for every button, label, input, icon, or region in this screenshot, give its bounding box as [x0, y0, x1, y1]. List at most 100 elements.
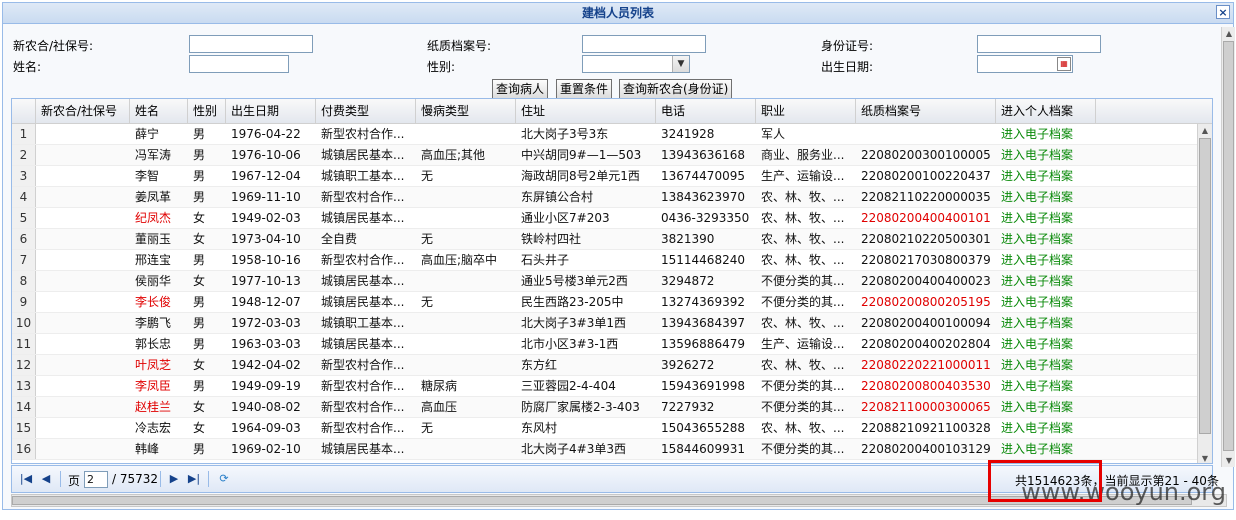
header-birth[interactable]: 出生日期 [226, 99, 316, 123]
header-chronic[interactable]: 慢病类型 [416, 99, 516, 123]
cell-archive: 22080200800403530 [861, 379, 991, 393]
open-record-link[interactable]: 进入电子档案 [996, 355, 1096, 375]
ncms-input[interactable] [189, 35, 313, 53]
cell-birth: 1969-02-10 [231, 442, 301, 456]
pager-divider [60, 471, 61, 487]
name-label: 姓名: [13, 60, 42, 74]
cell-birth: 1964-09-03 [231, 421, 301, 435]
query-ncms-button[interactable]: 查询新农合(身份证) [619, 79, 733, 99]
header-name[interactable]: 姓名 [130, 99, 188, 123]
row-number: 16 [12, 439, 36, 459]
page-number-input[interactable]: 2 [84, 471, 108, 488]
cell-address: 北大岗子3号3东 [521, 127, 609, 141]
gender-select[interactable]: ▼ [582, 55, 690, 73]
archive-input[interactable] [582, 35, 706, 53]
close-icon[interactable]: × [1216, 5, 1230, 19]
last-page-icon[interactable]: ▶| [186, 471, 202, 487]
cell-job: 商业、服务业... [761, 148, 845, 162]
window-vertical-scrollbar[interactable]: ▲ ▼ [1221, 27, 1235, 467]
ncms-label: 新农合/社保号: [13, 39, 94, 53]
open-record-link[interactable]: 进入电子档案 [996, 334, 1096, 354]
header-pay[interactable]: 付费类型 [316, 99, 416, 123]
scroll-up-icon[interactable]: ▲ [1198, 124, 1212, 137]
open-record-link[interactable]: 进入电子档案 [996, 187, 1096, 207]
query-patient-button[interactable]: 查询病人 [492, 79, 549, 99]
open-record-link[interactable]: 进入电子档案 [996, 292, 1096, 312]
cell-birth: 1949-09-19 [231, 379, 301, 393]
table-row[interactable]: 6 董丽玉 女 1973-04-10 全自费 无 铁岭村四社 3821390 农、林、牧、...… [12, 229, 1199, 250]
calendar-icon[interactable]: ▦ [1057, 57, 1071, 71]
cell-chronic [416, 313, 516, 333]
scroll-down-icon[interactable]: ▼ [1222, 454, 1236, 467]
table-row[interactable]: 12 叶凤芝 女 1942-04-02 新型农村合作... 东方红 3926272 农、林、牧… [12, 355, 1199, 376]
cell-name: 郭长忠 [135, 337, 172, 351]
next-page-icon[interactable]: ▶ [166, 471, 182, 487]
scroll-down-icon[interactable]: ▼ [1198, 452, 1212, 463]
table-row[interactable]: 16 韩峰 男 1969-02-10 城镇居民基本... 北大岗子4#3单3西 158446… [12, 439, 1199, 460]
open-record-link[interactable]: 进入电子档案 [996, 166, 1096, 186]
cell-chronic [416, 334, 516, 354]
open-record-link[interactable]: 进入电子档案 [996, 145, 1096, 165]
table-row[interactable]: 14 赵桂兰 女 1940-08-02 新型农村合作... 高血压 防腐厂家属楼2-3-40… [12, 397, 1199, 418]
open-record-link[interactable]: 进入电子档案 [996, 208, 1096, 228]
header-phone[interactable]: 电话 [656, 99, 756, 123]
open-record-link[interactable]: 进入电子档案 [996, 376, 1096, 396]
header-archive[interactable]: 纸质档案号 [856, 99, 996, 123]
cell-ncms [36, 397, 130, 417]
table-row[interactable]: 13 李凤臣 男 1949-09-19 新型农村合作... 糖尿病 三亚蓉园2-4-404 1… [12, 376, 1199, 397]
first-page-icon[interactable]: |◀ [18, 471, 34, 487]
header-ncms[interactable]: 新农合/社保号 [36, 99, 130, 123]
pager-divider [160, 471, 161, 487]
grid-scroll-thumb[interactable] [1199, 138, 1211, 434]
open-record-link[interactable]: 进入电子档案 [996, 313, 1096, 333]
cell-job: 农、林、牧、... [761, 211, 845, 225]
prev-page-icon[interactable]: ◀ [38, 471, 54, 487]
cell-chronic [416, 271, 516, 291]
table-row[interactable]: 15 冷志宏 女 1964-09-03 新型农村合作... 无 东风村 15043655288… [12, 418, 1199, 439]
scroll-up-icon[interactable]: ▲ [1222, 27, 1236, 40]
cell-address: 北市小区3#3-1西 [521, 337, 619, 351]
cell-archive: 22080200400202804 [861, 337, 991, 351]
cell-birth: 1967-12-04 [231, 169, 301, 183]
table-row[interactable]: 10 李鹏飞 男 1972-03-03 城镇职工基本... 北大岗子3#3单1西 13943… [12, 313, 1199, 334]
table-row[interactable]: 5 纪凤杰 女 1949-02-03 城镇居民基本... 通业小区7#203 0436-32… [12, 208, 1199, 229]
chevron-down-icon[interactable]: ▼ [672, 56, 689, 72]
cell-archive: 22080210220500301 [861, 232, 991, 246]
cell-pay: 新型农村合作... [321, 400, 405, 414]
cell-gender: 女 [193, 274, 206, 288]
table-row[interactable]: 11 郭长忠 男 1963-03-03 城镇居民基本... 北市小区3#3-1西 13596… [12, 334, 1199, 355]
header-address[interactable]: 住址 [516, 99, 656, 123]
refresh-icon[interactable]: ⟳ [216, 471, 232, 487]
table-row[interactable]: 3 李智 男 1967-12-04 城镇职工基本... 无 海政胡同8号2单元1西 13674… [12, 166, 1199, 187]
table-row[interactable]: 8 侯丽华 女 1977-10-13 城镇居民基本... 通业5号楼3单元2西 329487… [12, 271, 1199, 292]
open-record-link[interactable]: 进入电子档案 [996, 250, 1096, 270]
table-row[interactable]: 4 姜凤革 男 1969-11-10 新型农村合作... 东屏镇公合村 1384362397… [12, 187, 1199, 208]
name-input[interactable] [189, 55, 289, 73]
table-row[interactable]: 9 李长俊 男 1948-12-07 城镇居民基本... 无 民生西路23-205中 1327… [12, 292, 1199, 313]
open-record-link[interactable]: 进入电子档案 [996, 124, 1096, 144]
cell-job: 不便分类的其... [761, 442, 845, 456]
open-record-link[interactable]: 进入电子档案 [996, 439, 1096, 459]
table-row[interactable]: 1 薛宁 男 1976-04-22 新型农村合作... 北大岗子3号3东 3241928 军人… [12, 124, 1199, 145]
table-row[interactable]: 7 邢连宝 男 1958-10-16 新型农村合作... 高血压;脑卒中 石头井子 15114… [12, 250, 1199, 271]
reset-button[interactable]: 重置条件 [556, 79, 613, 99]
cell-gender: 女 [193, 211, 206, 225]
cell-archive [856, 124, 996, 144]
cell-ncms [36, 439, 130, 459]
birth-date-input[interactable]: ▦ [977, 55, 1073, 73]
open-record-link[interactable]: 进入电子档案 [996, 229, 1096, 249]
cell-name: 李长俊 [135, 295, 172, 309]
header-link[interactable]: 进入个人档案 [996, 99, 1096, 123]
cell-gender: 男 [193, 442, 206, 456]
header-job[interactable]: 职业 [756, 99, 856, 123]
window-scroll-thumb[interactable] [1223, 41, 1234, 451]
header-gender[interactable]: 性别 [188, 99, 226, 123]
cell-address: 北大岗子3#3单1西 [521, 316, 626, 330]
open-record-link[interactable]: 进入电子档案 [996, 418, 1096, 438]
grid-vertical-scrollbar[interactable]: ▲ ▼ [1197, 124, 1212, 463]
cell-job: 农、林、牧、... [761, 232, 845, 246]
open-record-link[interactable]: 进入电子档案 [996, 271, 1096, 291]
open-record-link[interactable]: 进入电子档案 [996, 397, 1096, 417]
idcard-input[interactable] [977, 35, 1101, 53]
table-row[interactable]: 2 冯军涛 男 1976-10-06 城镇居民基本... 高血压;其他 中兴胡同9#—1—5… [12, 145, 1199, 166]
